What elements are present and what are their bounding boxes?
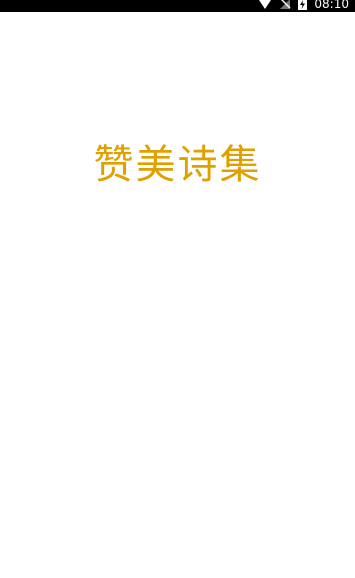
status-time: 08:10: [314, 0, 349, 11]
splash-screen: 08:10 赞美诗集: [0, 0, 355, 578]
no-signal-icon: [279, 0, 291, 10]
status-bar: 08:10: [0, 0, 355, 12]
wifi-icon: [258, 0, 272, 10]
battery-charging-icon: [298, 0, 308, 10]
app-title: 赞美诗集: [93, 142, 262, 188]
status-icons: 08:10: [258, 0, 349, 12]
